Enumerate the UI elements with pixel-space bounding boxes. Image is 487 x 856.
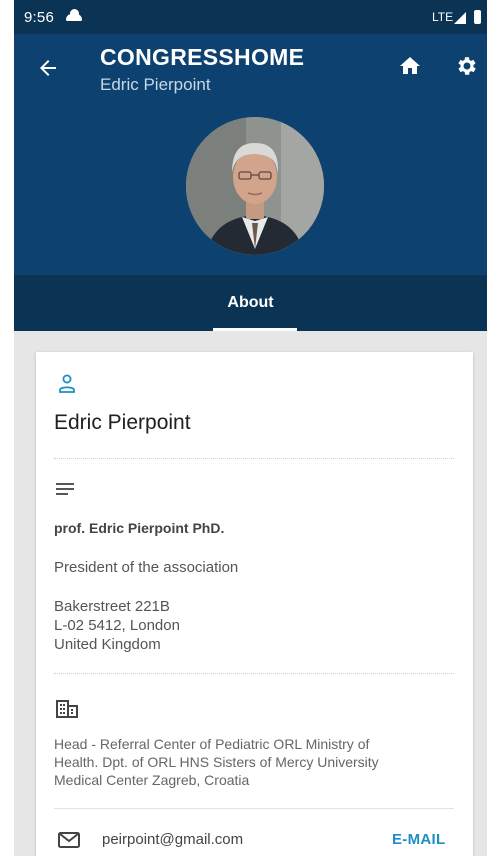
signal-icon xyxy=(454,12,466,24)
home-icon[interactable] xyxy=(398,54,422,78)
status-time: 9:56 xyxy=(24,9,54,26)
divider xyxy=(54,458,454,459)
address-line: Bakerstreet 221B xyxy=(54,598,170,615)
tab-indicator xyxy=(213,328,297,331)
email-button[interactable]: E-MAIL xyxy=(392,831,445,848)
divider xyxy=(54,673,454,674)
organization-line: Medical Center Zagreb, Croatia xyxy=(54,772,250,788)
mail-icon xyxy=(58,832,80,848)
divider xyxy=(54,808,454,809)
notes-icon xyxy=(56,483,74,495)
address-line: United Kingdom xyxy=(54,636,161,653)
profile-email[interactable]: peirpoint@gmail.com xyxy=(102,831,243,848)
cloud-icon xyxy=(66,9,82,21)
gear-icon[interactable] xyxy=(455,54,479,78)
app-title: CONGRESSHOME xyxy=(100,44,305,70)
building-icon xyxy=(56,700,78,718)
profile-organization: Head - Referral Center of Pediatric ORL … xyxy=(54,735,459,789)
organization-line: Head - Referral Center of Pediatric ORL … xyxy=(54,736,370,752)
tab-about[interactable]: About xyxy=(14,294,487,312)
organization-line: Health. Dpt. of ORL HNS Sisters of Mercy… xyxy=(54,754,379,770)
battery-icon xyxy=(474,10,481,24)
profile-full-title: prof. Edric Pierpoint PhD. xyxy=(54,520,225,536)
profile-card: Edric Pierpoint prof. Edric Pierpoint Ph… xyxy=(36,352,473,856)
back-arrow-icon[interactable] xyxy=(36,56,60,80)
network-type: LTE xyxy=(432,10,454,24)
status-bar: 9:56 LTE xyxy=(14,0,487,34)
app-screen: 9:56 LTE CONGRESSHOME Edric Pierpoint Ab… xyxy=(14,0,487,856)
address-line: L-02 5412, London xyxy=(54,617,180,634)
profile-name: Edric Pierpoint xyxy=(54,411,191,434)
person-icon xyxy=(59,374,75,393)
profile-role: President of the association xyxy=(54,559,239,576)
profile-avatar xyxy=(186,117,324,255)
portrait-image xyxy=(186,117,324,255)
device-frame: 9:56 LTE CONGRESSHOME Edric Pierpoint Ab… xyxy=(0,0,487,856)
tab-bar: About xyxy=(14,275,487,331)
app-bar: CONGRESSHOME Edric Pierpoint xyxy=(14,34,487,275)
profile-address: Bakerstreet 221B L-02 5412, London Unite… xyxy=(54,597,180,654)
app-subtitle: Edric Pierpoint xyxy=(100,75,211,94)
